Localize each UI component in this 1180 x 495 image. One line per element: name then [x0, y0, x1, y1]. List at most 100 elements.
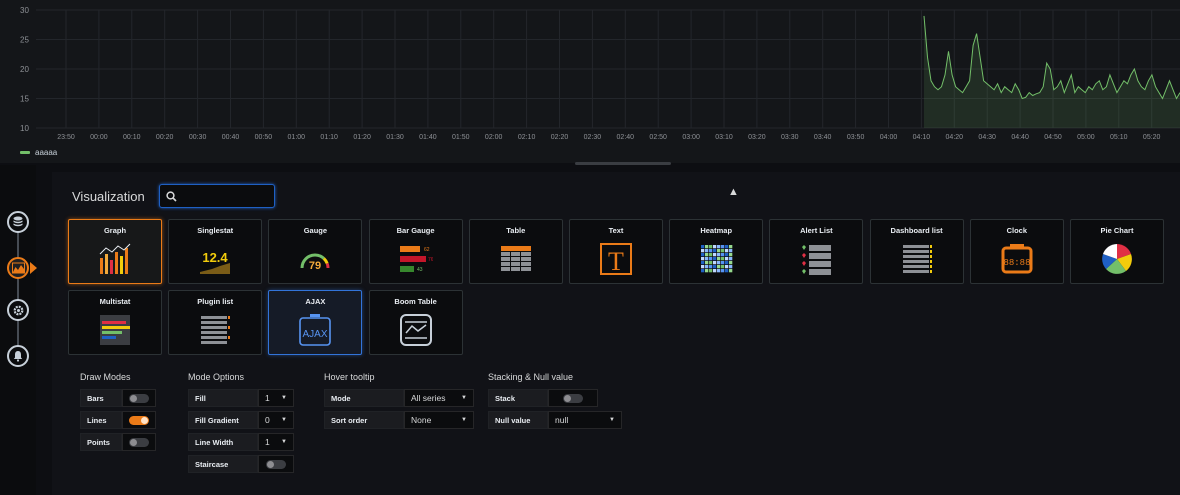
- viz-tile-label: Singlestat: [197, 226, 234, 235]
- legend-series-name[interactable]: aaaaa: [35, 148, 57, 157]
- x-tick-label: 01:10: [320, 134, 338, 141]
- heatmap-cell: [709, 265, 713, 269]
- draw-mode-label: Points: [80, 433, 122, 451]
- draw-modes-group: Draw Modes Bars Lines Points: [80, 372, 156, 455]
- plugin-list-icon: [198, 313, 232, 347]
- viz-tile-singlestat[interactable]: Singlestat 12.4: [168, 219, 263, 284]
- heatmap-cell: [713, 261, 717, 265]
- tooltip-mode-select[interactable]: All series ▼: [404, 389, 474, 407]
- text-icon: T: [599, 242, 633, 276]
- heatmap-cell: [729, 269, 733, 273]
- svg-text:88:88: 88:88: [1003, 258, 1030, 268]
- bars-toggle-cell[interactable]: [122, 389, 156, 407]
- general-settings-tab-button[interactable]: [7, 299, 29, 321]
- legend-swatch: [20, 151, 30, 154]
- viz-tile-alert-list[interactable]: Alert List: [769, 219, 864, 284]
- points-toggle-cell[interactable]: [122, 433, 156, 451]
- points-toggle[interactable]: [129, 437, 149, 447]
- visualization-search-input[interactable]: [180, 190, 265, 202]
- viz-tile-boom-table[interactable]: Boom Table: [368, 290, 463, 355]
- y-tick-label: 15: [20, 95, 29, 104]
- staircase-toggle[interactable]: [266, 459, 286, 469]
- database-icon: [13, 216, 23, 227]
- panel-resize-handle[interactable]: [575, 162, 671, 165]
- viz-tile-clock[interactable]: Clock 88:88: [969, 219, 1064, 284]
- caret-down-icon: ▼: [461, 395, 467, 401]
- x-tick-label: 05:10: [1110, 134, 1128, 141]
- heatmap-cell: [701, 249, 705, 253]
- heatmap-cell: [709, 269, 713, 273]
- viz-tile-label: Multistat: [99, 297, 131, 306]
- viz-tile-label: Heatmap: [700, 226, 733, 235]
- heatmap-cell: [705, 253, 709, 257]
- caret-down-icon: ▼: [281, 417, 287, 423]
- draw-modes-title: Draw Modes: [80, 372, 131, 382]
- heatmap-cell: [709, 253, 713, 257]
- null-value-select[interactable]: null ▼: [548, 411, 622, 429]
- sort-order-label: Sort order: [324, 411, 404, 429]
- viz-tile-label: Alert List: [800, 226, 833, 235]
- bar-gauge-icon: 62 76 43: [399, 242, 433, 276]
- heatmap-cell: [725, 261, 729, 265]
- x-tick-label: 01:30: [386, 134, 404, 141]
- hover-tooltip-group: Hover tooltip Mode All series ▼ Sort orde…: [324, 372, 474, 433]
- viz-tile-heatmap[interactable]: Heatmap: [669, 219, 764, 284]
- tooltip-mode-row: Mode All series ▼: [324, 389, 474, 407]
- x-tick-label: 23:50: [57, 134, 75, 141]
- heatmap-cell: [713, 245, 717, 249]
- viz-tile-multistat[interactable]: Multistat: [68, 290, 162, 355]
- time-series-graph[interactable]: 30 25 20 15 10 23:50 00:00 00:10 00:20 00:30 00:40…: [0, 0, 1180, 163]
- visualization-title: Visualization: [72, 188, 145, 204]
- viz-tile-pie-chart[interactable]: Pie Chart: [1070, 219, 1164, 284]
- viz-tile-label: Bar Gauge: [396, 226, 435, 235]
- stack-toggle-cell[interactable]: [548, 389, 598, 407]
- x-tick-label: 03:00: [682, 134, 700, 141]
- fill-row: Fill 1 ▼: [188, 389, 294, 407]
- visualization-tab-button[interactable]: [7, 257, 29, 279]
- heatmap-cell: [705, 265, 709, 269]
- chevron-up-icon[interactable]: ▲: [728, 186, 739, 198]
- bars-toggle[interactable]: [129, 393, 149, 403]
- queries-tab-button[interactable]: [7, 211, 29, 233]
- line-width-select[interactable]: 1 ▼: [258, 433, 294, 451]
- caret-down-icon: ▼: [281, 439, 287, 445]
- viz-tile-graph[interactable]: Graph: [68, 219, 162, 284]
- svg-text:79: 79: [309, 260, 321, 272]
- heatmap-cell: [721, 249, 725, 253]
- heatmap-cell: [701, 269, 705, 273]
- fill-select[interactable]: 1 ▼: [258, 389, 294, 407]
- stack-toggle[interactable]: [563, 393, 583, 403]
- y-tick-label: 30: [20, 6, 29, 15]
- sort-order-select[interactable]: None ▼: [404, 411, 474, 429]
- bell-icon: [13, 351, 23, 362]
- graph-icon: [98, 242, 132, 276]
- fill-gradient-select[interactable]: 0 ▼: [258, 411, 294, 429]
- graph-legend[interactable]: aaaaa: [20, 148, 57, 157]
- viz-tile-text[interactable]: Text T: [569, 219, 663, 284]
- table-icon: [499, 242, 533, 276]
- mode-options-group: Mode Options Fill 1 ▼ Fill Gradient 0 ▼ Li…: [188, 372, 294, 477]
- lines-toggle-cell[interactable]: [122, 411, 156, 429]
- singlestat-icon: 12.4: [198, 242, 232, 276]
- viz-tile-ajax[interactable]: AJAX AJAX: [268, 290, 363, 355]
- lines-toggle[interactable]: [129, 415, 149, 425]
- viz-tile-label: Text: [608, 226, 624, 235]
- viz-tile-gauge[interactable]: Gauge 79: [268, 219, 363, 284]
- x-tick-label: 04:40: [1011, 134, 1029, 141]
- x-tick-label: 04:50: [1044, 134, 1062, 141]
- x-tick-label: 00:10: [123, 134, 141, 141]
- y-tick-label: 20: [20, 65, 29, 74]
- x-tick-label: 03:30: [781, 134, 799, 141]
- viz-tile-label: Boom Table: [394, 297, 437, 306]
- viz-tile-dashboard-list[interactable]: Dashboard list: [869, 219, 964, 284]
- viz-tile-bar-gauge[interactable]: Bar Gauge 62 76 43: [368, 219, 463, 284]
- viz-tile-table[interactable]: Table: [468, 219, 563, 284]
- staircase-toggle-cell[interactable]: [258, 455, 294, 473]
- alert-tab-button[interactable]: [7, 345, 29, 367]
- viz-tile-plugin-list[interactable]: Plugin list: [168, 290, 263, 355]
- viz-tile-label: Plugin list: [197, 297, 234, 306]
- visualization-search[interactable]: [158, 184, 275, 208]
- null-value-value: null: [555, 415, 569, 425]
- draw-mode-label: Lines: [80, 411, 122, 429]
- heatmap-cell: [705, 245, 709, 249]
